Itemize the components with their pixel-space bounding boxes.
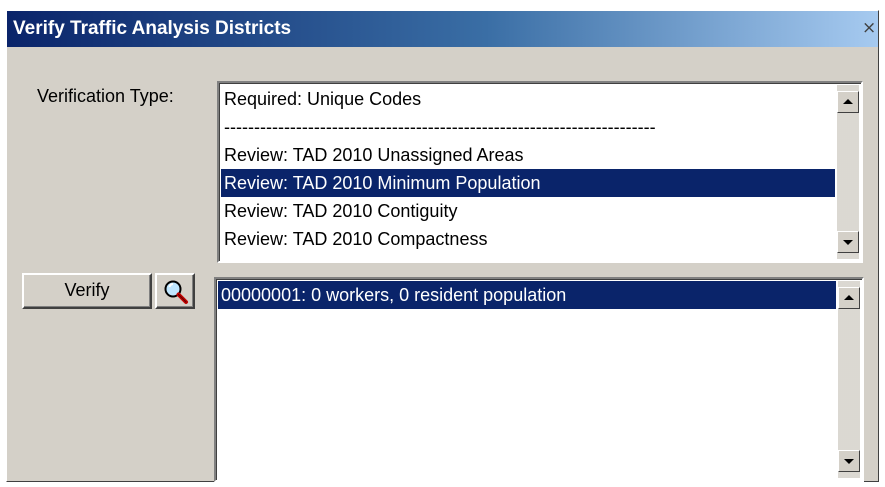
close-icon[interactable]: ×	[862, 20, 876, 37]
verify-button[interactable]: Verify	[22, 273, 152, 309]
window-title: Verify Traffic Analysis Districts	[13, 18, 292, 39]
scroll-up-button[interactable]	[838, 287, 860, 309]
arrow-up-icon	[844, 295, 854, 300]
arrow-down-icon	[843, 240, 853, 245]
title-bar[interactable]: Verify Traffic Analysis Districts ×	[7, 11, 878, 47]
verification-type-label: Verification Type:	[37, 86, 174, 106]
scroll-down-button[interactable]	[838, 450, 860, 472]
results-list-scrollbar[interactable]	[838, 281, 860, 478]
scroll-down-button[interactable]	[837, 231, 859, 253]
list-item[interactable]: Review: TAD 2010 Unassigned Areas	[221, 141, 835, 169]
verification-type-list[interactable]: Required: Unique Codes -----------------…	[217, 81, 863, 263]
verify-tad-dialog: Verify Traffic Analysis Districts × Veri…	[6, 10, 879, 482]
list-item[interactable]: Review: TAD 2010 Contiguity	[221, 197, 835, 225]
result-item-selected[interactable]: 00000001: 0 workers, 0 resident populati…	[218, 281, 836, 309]
scroll-up-button[interactable]	[837, 91, 859, 113]
list-item-selected[interactable]: Review: TAD 2010 Minimum Population	[221, 169, 835, 197]
verification-list-scrollbar[interactable]	[837, 85, 859, 259]
list-item[interactable]: Required: Unique Codes	[221, 85, 835, 113]
list-separator: ----------------------------------------…	[224, 117, 656, 137]
magnifier-icon	[164, 280, 188, 304]
results-list[interactable]: 00000001: 0 workers, 0 resident populati…	[214, 277, 864, 482]
list-item[interactable]: Review: TAD 2010 Compactness	[221, 225, 835, 253]
arrow-down-icon	[844, 459, 854, 464]
zoom-button[interactable]	[155, 273, 195, 309]
arrow-up-icon	[843, 99, 853, 104]
